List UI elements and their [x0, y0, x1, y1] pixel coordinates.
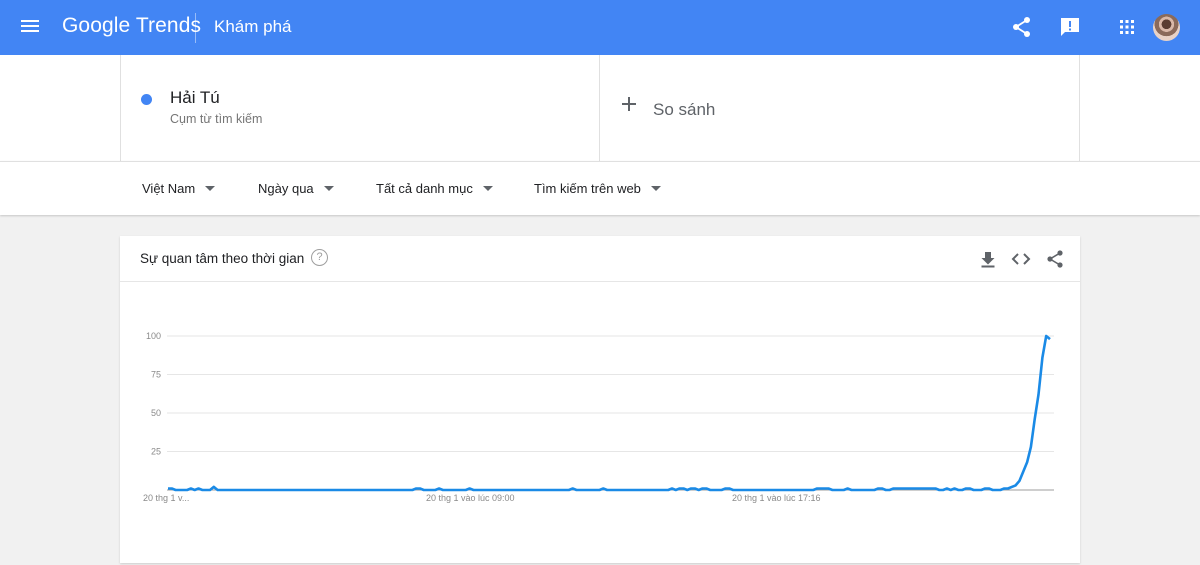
menu-icon[interactable] — [18, 17, 42, 39]
share-icon[interactable] — [1045, 249, 1065, 269]
compare-label: So sánh — [653, 100, 716, 119]
filter-category[interactable]: Tất cả danh mục — [376, 181, 493, 196]
term-color-dot — [141, 94, 152, 105]
top-app-bar: Google Trends Khám phá — [0, 0, 1200, 55]
embed-icon[interactable] — [1011, 249, 1031, 269]
download-icon[interactable] — [978, 249, 998, 269]
help-icon[interactable]: ? — [311, 249, 328, 266]
plus-icon — [622, 97, 636, 111]
filter-time[interactable]: Ngày qua — [258, 181, 334, 196]
filter-bar: Việt Nam Ngày qua Tất cả danh mục Tìm ki… — [0, 161, 1200, 215]
y-tick-label: 100 — [146, 331, 161, 341]
search-terms-panel: Hải Tú Cụm từ tìm kiếm So sánh — [0, 55, 1200, 161]
filter-region[interactable]: Việt Nam — [142, 181, 216, 196]
chevron-down-icon — [482, 186, 493, 192]
filter-time-label: Ngày qua — [258, 181, 314, 196]
compare-button[interactable]: So sánh — [600, 55, 1080, 161]
google-trends-logo[interactable]: Google Trends — [62, 14, 201, 38]
search-term-name: Hải Tú — [170, 88, 220, 107]
header-divider — [195, 13, 196, 43]
logo-google-text: Google — [62, 14, 131, 37]
search-term-type: Cụm từ tìm kiếm — [170, 112, 263, 126]
x-tick-label: 20 thg 1 v... — [143, 493, 189, 503]
y-tick-label: 50 — [151, 408, 161, 418]
filter-search-type[interactable]: Tìm kiếm trên web — [534, 181, 661, 196]
card-title: Sự quan tâm theo thời gian — [140, 251, 305, 266]
filter-category-label: Tất cả danh mục — [376, 181, 473, 196]
feedback-icon[interactable] — [1058, 15, 1082, 39]
avatar[interactable] — [1153, 14, 1180, 41]
search-term-card[interactable]: Hải Tú Cụm từ tìm kiếm — [120, 55, 600, 161]
chevron-down-icon — [323, 186, 334, 192]
chevron-down-icon — [650, 186, 661, 192]
chevron-down-icon — [205, 186, 216, 192]
share-icon[interactable] — [1010, 15, 1034, 39]
interest-line-chart[interactable]: 25 50 75 100 20 thg 1 v... 20 thg 1 vào lúc 0… — [120, 282, 1080, 563]
filter-region-label: Việt Nam — [142, 181, 196, 196]
interest-over-time-card: Sự quan tâm theo thời gian ? 25 50 75 100 20… — [120, 236, 1080, 563]
x-tick-label: 20 thg 1 vào lúc 09:00 — [426, 493, 515, 503]
apps-icon[interactable] — [1115, 15, 1139, 39]
card-header: Sự quan tâm theo thời gian ? — [120, 236, 1080, 282]
filter-search-type-label: Tìm kiếm trên web — [534, 181, 641, 196]
page-title: Khám phá — [214, 17, 292, 36]
y-tick-label: 25 — [151, 447, 161, 457]
y-tick-label: 75 — [151, 370, 161, 380]
logo-trends-text: Trends — [135, 14, 202, 37]
x-tick-label: 20 thg 1 vào lúc 17:16 — [732, 493, 821, 503]
